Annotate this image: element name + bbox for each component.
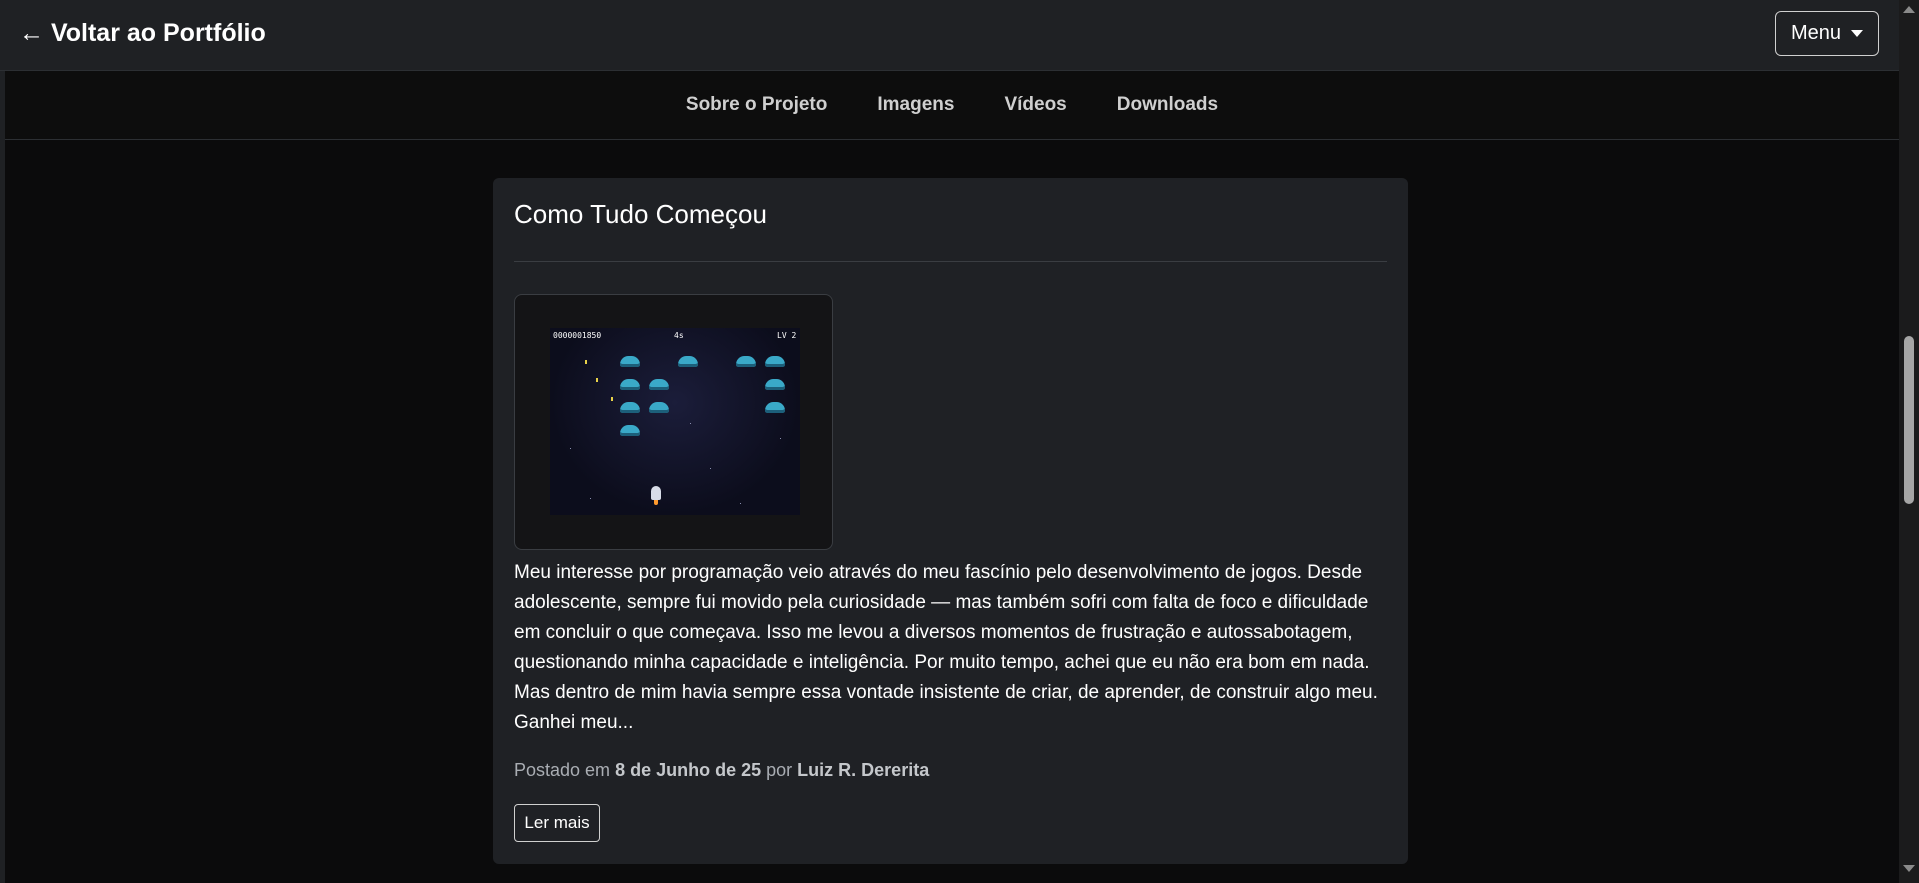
star <box>780 438 781 439</box>
read-more-button[interactable]: Ler mais <box>514 804 600 842</box>
page-left-edge <box>0 71 5 883</box>
alien-sprite <box>620 379 640 390</box>
bullet-sprite <box>596 378 598 382</box>
post-date: 8 de Junho de 25 <box>615 760 762 780</box>
scroll-down-arrow-icon[interactable] <box>1903 865 1915 872</box>
back-to-portfolio-link[interactable]: ← Voltar ao Portfólio <box>19 19 266 48</box>
alien-sprite <box>736 356 756 367</box>
star <box>590 498 591 499</box>
subnav-item-videos[interactable]: Vídeos <box>1004 94 1066 116</box>
bullet-sprite <box>585 360 587 364</box>
post-title: Como Tudo Começou <box>514 199 767 229</box>
star <box>570 448 571 449</box>
title-divider <box>514 261 1387 262</box>
alien-sprite <box>620 425 640 436</box>
meta-by: por <box>766 760 793 780</box>
post-excerpt: Meu interesse por programação veio atrav… <box>514 562 1378 733</box>
post-thumbnail[interactable]: 0000001850 4s LV 2 <box>514 294 833 550</box>
subnav-item-downloads[interactable]: Downloads <box>1117 94 1218 116</box>
alien-sprite <box>765 379 785 390</box>
player-ship-sprite <box>651 486 661 500</box>
alien-sprite <box>765 402 785 413</box>
subnav-item-images[interactable]: Imagens <box>877 94 954 116</box>
alien-sprite <box>649 402 669 413</box>
alien-sprite <box>620 402 640 413</box>
meta-posted-in: Postado em <box>514 760 611 780</box>
menu-label: Menu <box>1791 22 1842 44</box>
ship-flame <box>654 500 658 505</box>
top-navbar: ← Voltar ao Portfólio Menu <box>0 0 1899 71</box>
alien-sprite <box>649 379 669 390</box>
hud-timer: 4s <box>674 331 684 340</box>
scrollbar-thumb[interactable] <box>1904 336 1914 504</box>
star <box>710 468 711 469</box>
star <box>690 423 691 424</box>
subnav-item-about[interactable]: Sobre o Projeto <box>686 94 827 116</box>
hud-score: 0000001850 <box>553 331 602 340</box>
hud-level: LV 2 <box>777 331 797 340</box>
post-author: Luiz R. Dererita <box>797 760 930 780</box>
bullet-sprite <box>611 397 613 401</box>
game-screenshot: 0000001850 4s LV 2 <box>550 328 800 515</box>
star <box>740 503 741 504</box>
project-subnav: Sobre o Projeto Imagens Vídeos Downloads <box>5 71 1899 140</box>
post-meta: Postado em 8 de Junho de 25 por Luiz R. … <box>514 760 929 781</box>
scroll-up-arrow-icon[interactable] <box>1903 6 1915 13</box>
caret-down-icon <box>1851 30 1864 37</box>
vertical-scrollbar[interactable] <box>1899 0 1919 883</box>
alien-sprite <box>620 356 640 367</box>
post-card: Como Tudo Começou 0000001850 4s LV 2 Meu… <box>493 178 1408 864</box>
alien-sprite <box>678 356 698 367</box>
menu-dropdown-button[interactable]: Menu <box>1775 11 1879 56</box>
alien-sprite <box>765 356 785 367</box>
